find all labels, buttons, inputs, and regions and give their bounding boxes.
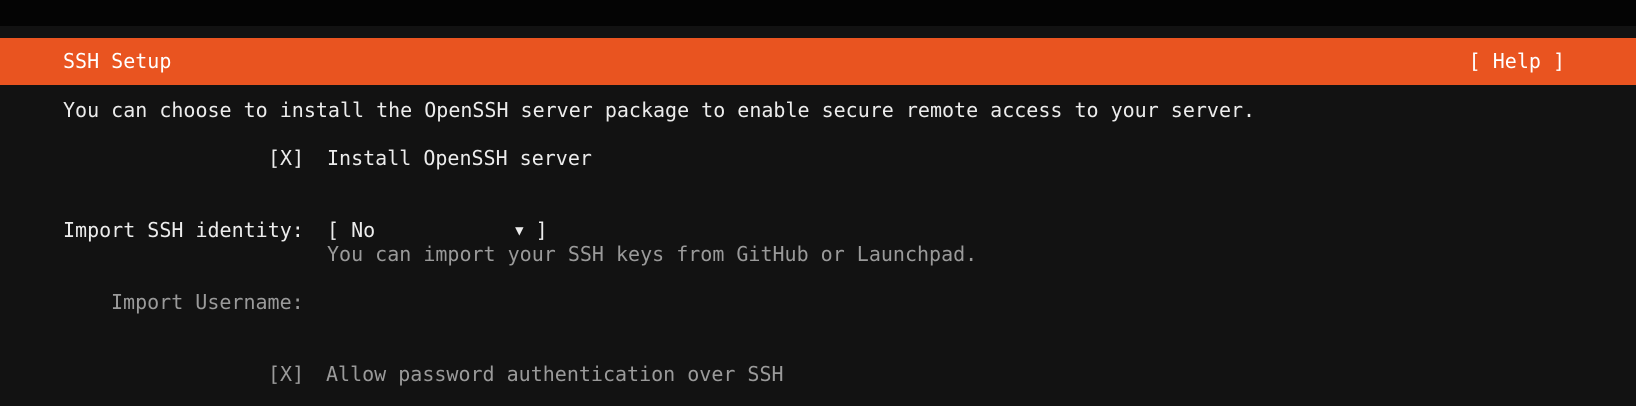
import-identity-hint: You can import your SSH keys from GitHub… xyxy=(327,242,978,266)
dropdown-open-bracket: [ xyxy=(327,218,352,242)
import-ssh-identity-label: Import SSH identity: xyxy=(63,218,304,242)
help-button[interactable]: [ Help ] xyxy=(1469,49,1565,73)
allow-password-checkbox[interactable]: [X] xyxy=(268,362,304,386)
import-username-label: Import Username: xyxy=(111,290,304,314)
allow-password-label[interactable]: Allow password authentication over SSH xyxy=(326,362,784,386)
chevron-down-icon: ▼ xyxy=(515,223,524,239)
description-text: You can choose to install the OpenSSH se… xyxy=(63,98,1256,122)
page-title: SSH Setup xyxy=(63,49,172,73)
install-openssh-checkbox[interactable]: [X] xyxy=(268,146,304,170)
header-bar: SSH Setup [ Help ] xyxy=(0,38,1636,85)
import-ssh-identity-dropdown[interactable]: [ No ▼ ] xyxy=(327,218,548,245)
dropdown-close-bracket: ] xyxy=(523,218,548,242)
dropdown-selected-value: No xyxy=(351,218,376,242)
install-openssh-label[interactable]: Install OpenSSH server xyxy=(327,146,592,170)
top-bar xyxy=(0,0,1636,26)
